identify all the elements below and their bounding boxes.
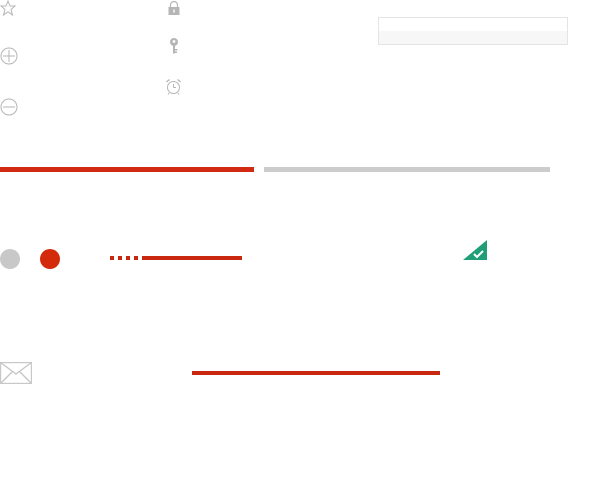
empty-input-panel[interactable] (378, 17, 568, 45)
key-icon[interactable] (166, 37, 182, 55)
alarm-clock-icon[interactable] (165, 78, 182, 95)
lock-icon[interactable] (166, 0, 182, 16)
star-icon[interactable] (0, 0, 16, 16)
remove-circle-icon[interactable] (0, 98, 18, 116)
dash-segment (126, 256, 130, 260)
progress-bar-track (264, 167, 550, 172)
red-divider-line (192, 371, 440, 375)
progress-bar-fill (0, 167, 254, 172)
dash-segment (110, 256, 114, 260)
check-badge-icon (463, 240, 487, 260)
add-circle-icon[interactable] (0, 47, 18, 65)
gray-dot[interactable] (0, 249, 20, 269)
dash-segment (134, 256, 138, 260)
red-dot[interactable] (40, 249, 60, 269)
mail-icon[interactable] (0, 362, 32, 384)
solid-line-segment (142, 256, 242, 260)
dash-segment (118, 256, 122, 260)
